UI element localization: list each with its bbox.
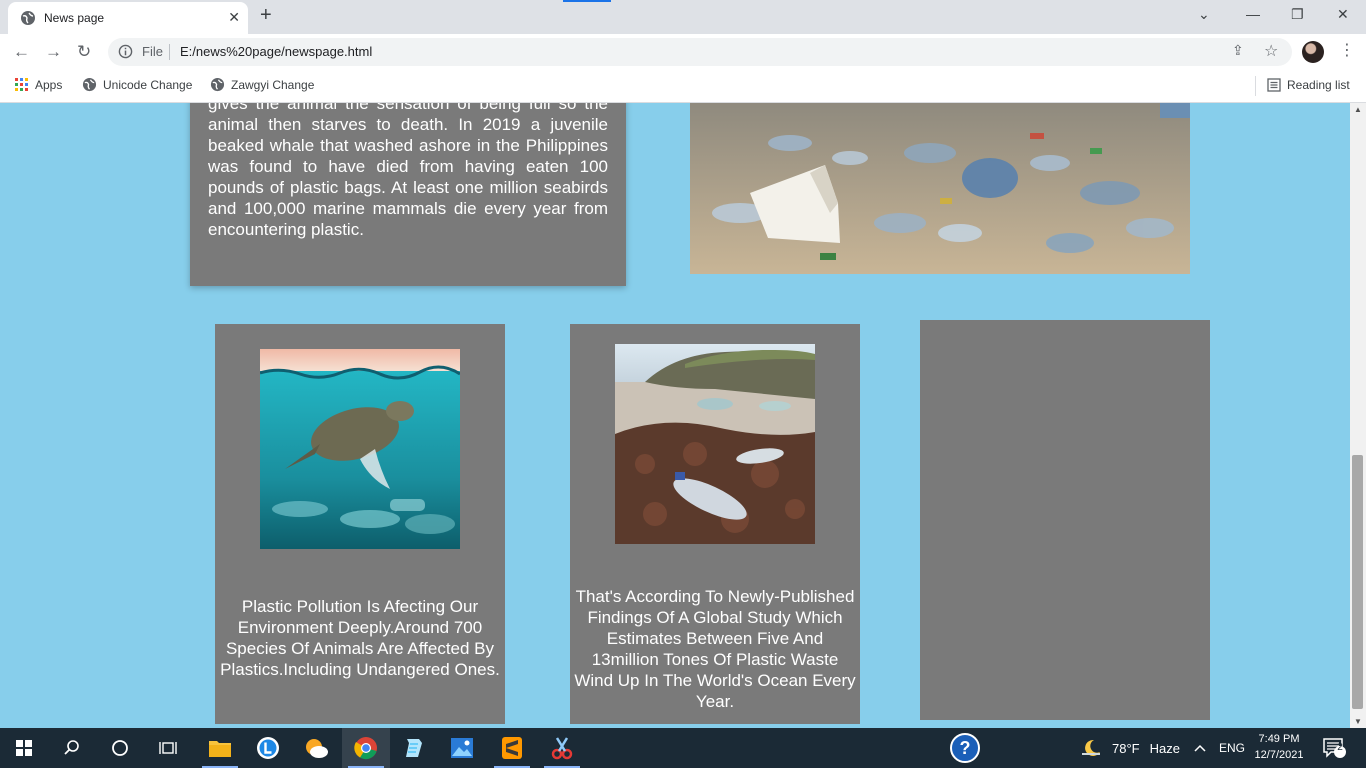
weather-app-icon[interactable] [292, 728, 340, 768]
vertical-scrollbar[interactable]: ▲ ▼ [1350, 103, 1366, 728]
tab-highlight [563, 0, 611, 2]
restore-icon[interactable]: ❐ [1291, 6, 1304, 23]
close-window-icon[interactable]: ✕ [1337, 6, 1349, 23]
language-label: ENG [1219, 741, 1246, 755]
info-icon[interactable] [118, 44, 133, 64]
globe-icon [210, 78, 225, 92]
bookmark-label: Unicode Change [103, 77, 193, 92]
tray-chevron-icon[interactable] [1194, 728, 1206, 768]
browser-toolbar: ← → ↻ File E:/news%20page/newspage.html … [0, 34, 1366, 70]
photos-app-icon[interactable] [438, 728, 486, 768]
back-arrow-icon[interactable]: ← [13, 42, 30, 62]
snipping-tool-icon[interactable] [538, 728, 586, 768]
new-tab-button[interactable]: + [260, 4, 272, 27]
article-card-top: gives the animal the sensation of being … [190, 103, 626, 286]
menu-dots-icon[interactable]: ⋮ [1339, 40, 1355, 60]
address-divider [169, 44, 170, 60]
tab-title: News page [44, 11, 105, 25]
scrollbar-thumb[interactable] [1352, 455, 1363, 709]
chrome-icon[interactable] [342, 728, 390, 768]
turtle-plastic-photo [260, 349, 460, 549]
language-indicator[interactable]: ENG [1219, 728, 1245, 768]
weather-temp: 78°F [1112, 740, 1140, 756]
card-caption: Plastic Pollution Is Afecting Our Enviro… [220, 597, 500, 679]
windows-taskbar: ? 78°F Haze ENG 7:49 PM 12/7/2021 2 [0, 728, 1366, 768]
address-scheme: File [142, 44, 163, 59]
notes-app-icon[interactable] [390, 728, 438, 768]
tab-news-page[interactable]: News page ✕ [8, 2, 248, 34]
globe-icon [20, 10, 36, 31]
bookmark-label: Apps [35, 77, 63, 92]
clock-time: 7:49 PM [1258, 733, 1300, 745]
reading-list-icon [1267, 78, 1281, 92]
svg-text:?: ? [960, 738, 971, 758]
notifications-button[interactable]: 2 [1322, 728, 1346, 768]
bookmarks-bar: Apps Unicode Change Zawgyi Change Readin… [0, 70, 1366, 103]
article-text: gives the animal the sensation of being … [208, 103, 608, 239]
sublime-text-icon[interactable] [488, 728, 536, 768]
help-icon[interactable]: ? [941, 728, 989, 768]
weather-widget[interactable]: 78°F Haze [1080, 728, 1180, 768]
clock-date: 12/7/2021 [1254, 749, 1304, 761]
tab-search-chevron-icon[interactable]: ⌄ [1198, 6, 1210, 23]
share-icon[interactable]: ⇪ [1232, 42, 1244, 59]
bookmark-unicode-change[interactable]: Unicode Change [82, 77, 192, 92]
scroll-down-icon[interactable]: ▼ [1354, 717, 1362, 726]
minimize-icon[interactable]: — [1246, 6, 1260, 22]
apps-grid-icon [15, 77, 28, 91]
bottles-seaweed-photo [615, 344, 815, 544]
search-icon[interactable] [48, 728, 96, 768]
bookmarks-divider [1255, 76, 1256, 96]
profile-avatar[interactable] [1302, 41, 1324, 63]
bookmark-zawgyi-change[interactable]: Zawgyi Change [210, 77, 314, 92]
article-card-turtle: Plastic Pollution Is Afecting Our Enviro… [215, 324, 505, 724]
file-explorer-icon[interactable] [196, 728, 244, 768]
bookmark-apps[interactable]: Apps [15, 77, 62, 92]
article-card-empty [920, 320, 1210, 720]
task-view-icon[interactable] [144, 728, 192, 768]
moon-haze-icon [1082, 739, 1100, 756]
bookmark-star-icon[interactable]: ☆ [1264, 41, 1278, 61]
reading-list-label: Reading list [1287, 77, 1350, 92]
cortana-icon[interactable] [96, 728, 144, 768]
notification-count: 2 [1337, 742, 1343, 753]
tab-close-icon[interactable]: ✕ [228, 9, 240, 26]
scroll-up-icon[interactable]: ▲ [1354, 105, 1362, 114]
address-url[interactable]: E:/news%20page/newspage.html [180, 44, 372, 59]
bookmark-label: Zawgyi Change [231, 77, 315, 92]
reload-icon[interactable]: ↻ [77, 42, 91, 62]
start-windows-icon[interactable] [0, 728, 48, 768]
l-app-icon[interactable] [244, 728, 292, 768]
forward-arrow-icon[interactable]: → [45, 42, 62, 62]
reading-list-button[interactable]: Reading list [1267, 77, 1350, 92]
card-caption: That's According To Newly-Published Find… [574, 587, 856, 711]
weather-desc: Haze [1149, 740, 1180, 756]
system-clock[interactable]: 7:49 PM 12/7/2021 [1248, 731, 1310, 763]
globe-icon [82, 78, 97, 92]
beach-plastic-photo [690, 103, 1190, 274]
article-card-bottles: That's According To Newly-Published Find… [570, 324, 860, 724]
page-viewport: gives the animal the sensation of being … [0, 103, 1350, 728]
address-bar[interactable]: File E:/news%20page/newspage.html ⇪ ☆ [108, 38, 1292, 66]
tab-strip: News page ✕ + ⌄ — ❐ ✕ [0, 0, 1366, 34]
